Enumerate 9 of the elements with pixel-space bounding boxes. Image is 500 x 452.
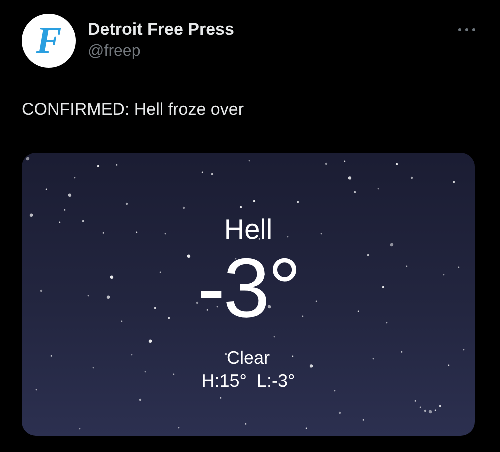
author-name[interactable]: Detroit Free Press xyxy=(88,20,458,40)
author-handle[interactable]: @freep xyxy=(88,43,458,61)
more-options-icon[interactable] xyxy=(458,28,476,32)
avatar-logo[interactable]: F xyxy=(22,14,76,68)
high-low-temperature: H:15° L:-3° xyxy=(202,370,296,392)
post-text: CONFIRMED: Hell froze over xyxy=(22,100,245,120)
location-name: Hell xyxy=(224,215,273,246)
temperature: -3° xyxy=(197,246,300,330)
weather-condition: Clear xyxy=(226,348,270,369)
